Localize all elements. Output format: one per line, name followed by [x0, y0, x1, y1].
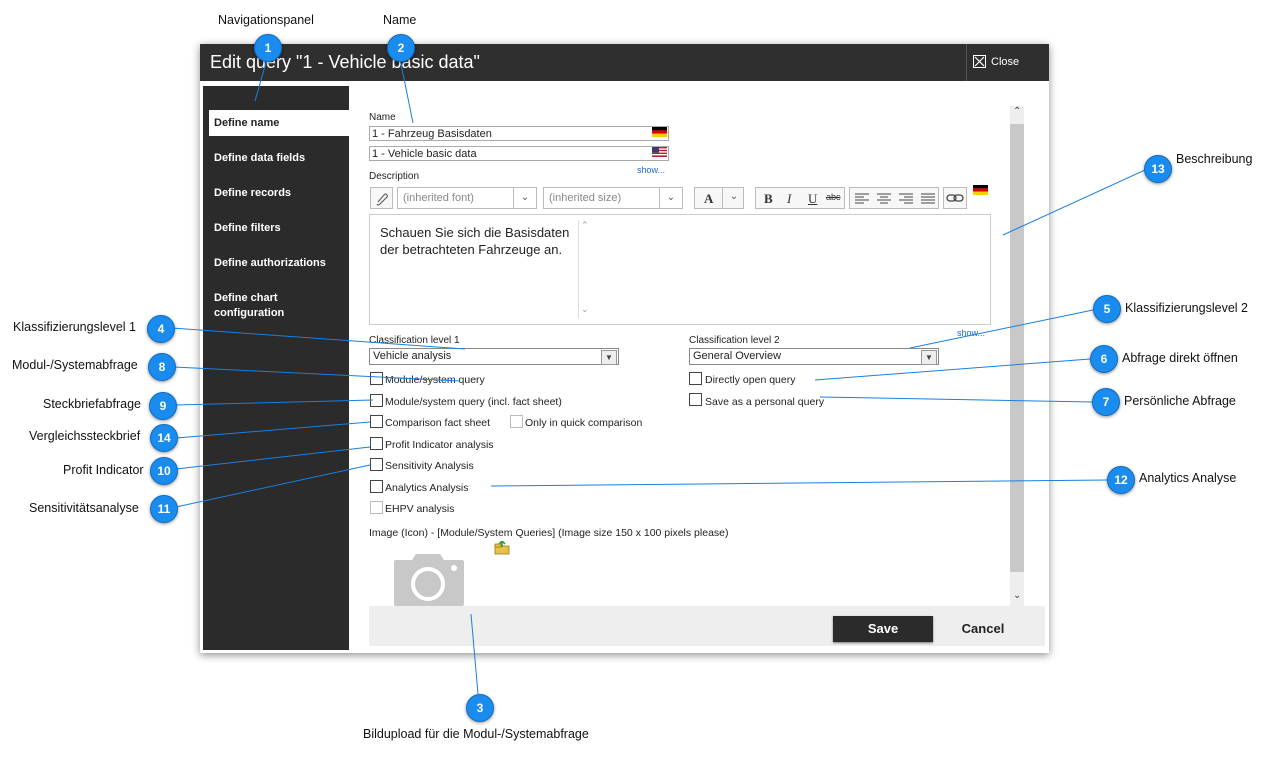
badge-7: 7	[1092, 388, 1120, 416]
badge-11: 11	[150, 495, 178, 523]
badge-12: 12	[1107, 466, 1135, 494]
badge-14: 14	[150, 424, 178, 452]
annotation-lines	[171, 58, 1146, 695]
badge-5: 5	[1093, 295, 1121, 323]
badge-2: 2	[387, 34, 415, 62]
badge-3: 3	[466, 694, 494, 722]
badge-6: 6	[1090, 345, 1118, 373]
badge-10: 10	[150, 457, 178, 485]
badge-4: 4	[147, 315, 175, 343]
badge-8: 8	[148, 353, 176, 381]
badge-1: 1	[254, 34, 282, 62]
badge-9: 9	[149, 392, 177, 420]
badge-13: 13	[1144, 155, 1172, 183]
